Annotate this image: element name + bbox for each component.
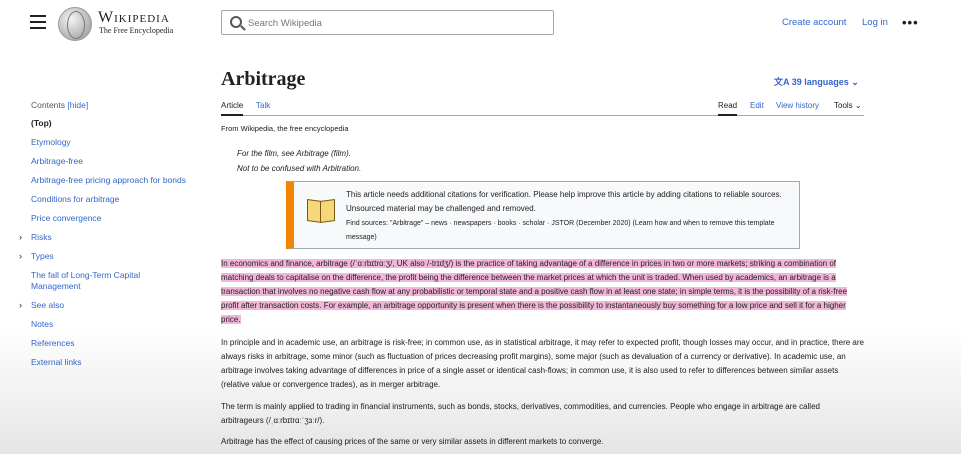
book-icon: [307, 200, 335, 222]
contents-heading: Contents [hide]: [31, 100, 191, 110]
create-account-link[interactable]: Create account: [782, 17, 846, 28]
toc-item-conditions[interactable]: Conditions for arbitrage: [31, 194, 191, 205]
paragraph-2: In principle and in academic use, an arb…: [221, 338, 864, 389]
tab-article[interactable]: Article: [221, 101, 244, 116]
tab-edit[interactable]: Edit: [750, 101, 764, 110]
toc-item-ltcm[interactable]: The fall of Long-Term Capital Management: [31, 270, 191, 292]
page-tabs: Article Talk Read Edit View history Tool…: [221, 94, 864, 116]
more-options-icon[interactable]: •••: [902, 15, 919, 30]
toc-item-notes[interactable]: Notes: [31, 319, 191, 330]
from-wikipedia-note: From Wikipedia, the free encyclopedia: [221, 124, 349, 133]
toc-item-external-links[interactable]: External links: [31, 357, 191, 368]
chevron-right-icon[interactable]: ›: [19, 300, 22, 311]
toc-item-top[interactable]: (Top): [31, 118, 191, 129]
toc-item-arbitrage-free[interactable]: Arbitrage-free: [31, 156, 191, 167]
toc-item-types[interactable]: Types: [31, 251, 54, 261]
wikipedia-globe-logo[interactable]: [58, 7, 92, 41]
wikipedia-wordmark[interactable]: Wikipedia: [98, 9, 170, 27]
toc-item-see-also[interactable]: See also: [31, 300, 64, 310]
table-of-contents: Contents [hide] (Top) Etymology Arbitrag…: [19, 100, 191, 376]
find-sources-text: Find sources: "Arbitrage" – news · newsp…: [346, 220, 775, 241]
tab-talk[interactable]: Talk: [256, 101, 270, 110]
tab-view-history[interactable]: View history: [776, 101, 819, 110]
language-count: 39 languages: [791, 77, 849, 87]
main-menu-icon[interactable]: [30, 15, 46, 29]
toc-item-pricing-approach[interactable]: Arbitrage-free pricing approach for bond…: [31, 175, 191, 186]
chevron-right-icon[interactable]: ›: [19, 232, 22, 243]
toc-item-risks[interactable]: Risks: [31, 232, 52, 242]
toc-item-references[interactable]: References: [31, 338, 191, 349]
citation-needed-box: This article needs additional citations …: [286, 181, 800, 249]
chevron-down-icon: ⌄: [851, 77, 859, 87]
log-in-link[interactable]: Log in: [862, 17, 888, 28]
wikipedia-tagline: The Free Encyclopedia: [99, 26, 174, 35]
paragraph-3: The term is mainly applied to trading in…: [221, 402, 820, 425]
contents-label: Contents: [31, 100, 66, 110]
hatnote-film: For the film, see Arbitrage (film).: [237, 149, 351, 158]
language-selector[interactable]: 文A 39 languages ⌄: [774, 75, 859, 88]
toc-item-types-row: › Types: [19, 251, 191, 262]
search-box[interactable]: [221, 10, 554, 35]
tools-label: Tools: [834, 101, 853, 110]
lead-paragraph: In economics and finance, arbitrage (/ˈɑ…: [221, 257, 864, 327]
tools-menu[interactable]: Tools ⌄: [834, 101, 862, 110]
toc-item-price-convergence[interactable]: Price convergence: [31, 213, 191, 224]
toc-item-etymology[interactable]: Etymology: [31, 137, 191, 148]
highlighted-text: In economics and finance, arbitrage (/ˈɑ…: [221, 259, 848, 324]
hatnote-arbitration: Not to be confused with Arbitration.: [237, 164, 362, 173]
page-title: Arbitrage: [221, 68, 306, 90]
citation-needed-text: This article needs additional citations …: [346, 190, 782, 213]
chevron-down-icon: ⌄: [854, 101, 862, 110]
site-header: Wikipedia The Free Encyclopedia Create a…: [0, 0, 961, 52]
toc-item-risks-row: › Risks: [19, 232, 191, 243]
toc-item-see-also-row: › See also: [19, 300, 191, 311]
toc-hide-link[interactable]: [hide]: [67, 100, 88, 110]
tab-read[interactable]: Read: [718, 101, 738, 116]
search-input[interactable]: [248, 14, 538, 32]
search-icon: [230, 16, 242, 28]
translate-icon: 文A: [774, 77, 790, 87]
paragraph-4: Arbitrage has the effect of causing pric…: [221, 437, 604, 446]
chevron-right-icon[interactable]: ›: [19, 251, 22, 262]
